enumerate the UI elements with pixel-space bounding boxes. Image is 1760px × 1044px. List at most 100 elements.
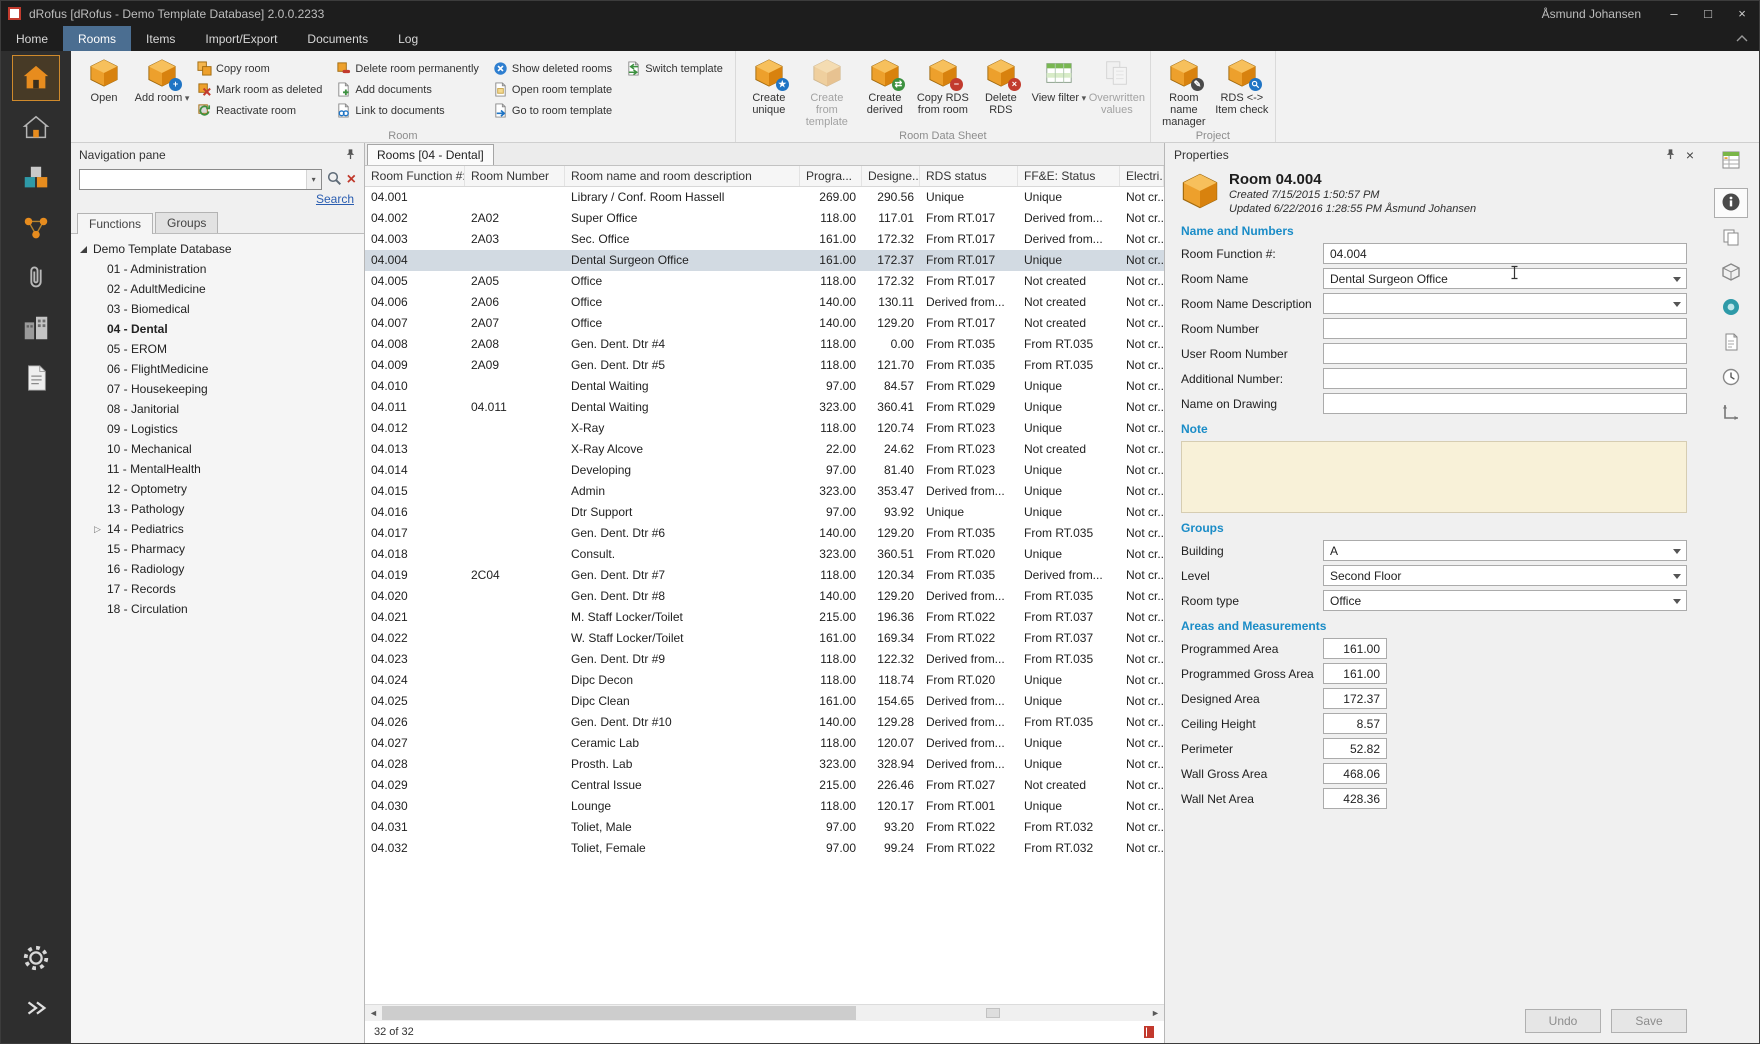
search-link[interactable]: Search — [316, 192, 354, 206]
field-room-number[interactable] — [1323, 318, 1687, 339]
column-header-rds-status[interactable]: RDS status — [920, 166, 1018, 186]
tree-item-12-optometry[interactable]: 12 - Optometry — [73, 479, 362, 499]
scroll-right-icon[interactable]: ► — [1147, 1008, 1164, 1018]
table-row[interactable]: 04.015Admin323.00353.47Derived from...Un… — [365, 481, 1164, 502]
field-level[interactable]: Second Floor — [1323, 565, 1687, 586]
status-report-icon[interactable] — [1143, 1025, 1155, 1039]
field-room-name[interactable]: Dental Surgeon Office — [1323, 268, 1687, 289]
note-input[interactable] — [1181, 441, 1687, 513]
ribbon-button-link-to-documents[interactable]: Link to documents — [330, 100, 487, 121]
tree-item-17-records[interactable]: 17 - Records — [73, 579, 362, 599]
attachments-module-button[interactable] — [12, 255, 60, 301]
table-row[interactable]: 04.025Dipc Clean161.00154.65Derived from… — [365, 691, 1164, 712]
documents-panel-button[interactable] — [1714, 328, 1748, 358]
table-row[interactable]: 04.0082A08Gen. Dent. Dtr #4118.000.00Fro… — [365, 334, 1164, 355]
search-icon[interactable] — [327, 171, 342, 189]
menu-tab-log[interactable]: Log — [383, 26, 433, 51]
table-row[interactable]: 04.0092A09Gen. Dent. Dtr #5118.00121.70F… — [365, 355, 1164, 376]
table-row[interactable]: 04.020Gen. Dent. Dtr #8140.00129.20Deriv… — [365, 586, 1164, 607]
field-user-room-number[interactable] — [1323, 343, 1687, 364]
history-panel-button[interactable] — [1714, 363, 1748, 393]
field-room-type[interactable]: Office — [1323, 590, 1687, 611]
column-header-room-name-and-room-description[interactable]: Room name and room description — [565, 166, 800, 186]
field-wall-gross-area[interactable]: 468.06 — [1323, 763, 1387, 784]
save-button[interactable]: Save — [1611, 1009, 1687, 1033]
tree-item-13-pathology[interactable]: 13 - Pathology — [73, 499, 362, 519]
table-row[interactable]: 04.0072A07Office140.00129.20From RT.017N… — [365, 313, 1164, 334]
table-row[interactable]: 04.0022A02Super Office118.00117.01From R… — [365, 208, 1164, 229]
info-panel-button[interactable] — [1714, 188, 1748, 218]
field-perimeter[interactable]: 52.82 — [1323, 738, 1387, 759]
ribbon-button-view-filter[interactable]: View filter ▾ — [1030, 53, 1088, 104]
column-header-electri[interactable]: Electri... — [1120, 166, 1164, 186]
table-row[interactable]: 04.0052A05Office118.00172.32From RT.017N… — [365, 271, 1164, 292]
ribbon-button-go-to-room-template[interactable]: Go to room template — [487, 100, 620, 121]
collapsed-triangle-icon[interactable]: ▷ — [94, 519, 107, 539]
table-row[interactable]: 04.016Dtr Support97.0093.92UniqueUniqueN… — [365, 502, 1164, 523]
pin-icon[interactable] — [345, 148, 356, 163]
buildings-module-button[interactable] — [12, 305, 60, 351]
ribbon-button-create-unique[interactable]: ★Create unique — [740, 53, 798, 116]
menu-tab-import-export[interactable]: Import/Export — [190, 26, 292, 51]
collapse-ribbon-icon[interactable] — [1725, 26, 1759, 51]
close-button[interactable]: × — [1725, 1, 1759, 26]
tab-groups[interactable]: Groups — [155, 212, 218, 233]
field-designed-area[interactable]: 172.37 — [1323, 688, 1387, 709]
table-row[interactable]: 04.0192C04Gen. Dent. Dtr #7118.00120.34F… — [365, 565, 1164, 586]
scroll-left-icon[interactable]: ◄ — [365, 1008, 382, 1018]
field-room-function[interactable]: 04.004 — [1323, 243, 1687, 264]
field-wall-net-area[interactable]: 428.36 — [1323, 788, 1387, 809]
tree-item-11-mentalhealth[interactable]: 11 - MentalHealth — [73, 459, 362, 479]
table-row[interactable]: 04.004Dental Surgeon Office161.00172.37F… — [365, 250, 1164, 271]
tree-item-09-logistics[interactable]: 09 - Logistics — [73, 419, 362, 439]
tree-item-03-biomedical[interactable]: 03 - Biomedical — [73, 299, 362, 319]
menu-tab-documents[interactable]: Documents — [292, 26, 383, 51]
field-room-name-description[interactable] — [1323, 293, 1687, 314]
tree-item-07-housekeeping[interactable]: 07 - Housekeeping — [73, 379, 362, 399]
minimize-button[interactable]: – — [1657, 1, 1691, 26]
table-row[interactable]: 04.026Gen. Dent. Dtr #10140.00129.28Deri… — [365, 712, 1164, 733]
ribbon-button-switch-template[interactable]: Switch template — [620, 58, 731, 79]
table-row[interactable]: 04.0032A03Sec. Office161.00172.32From RT… — [365, 229, 1164, 250]
table-row[interactable]: 04.027Ceramic Lab118.00120.07Derived fro… — [365, 733, 1164, 754]
search-input[interactable] — [79, 169, 322, 190]
field-programmed-gross-area[interactable]: 161.00 — [1323, 663, 1387, 684]
tree-item-10-mechanical[interactable]: 10 - Mechanical — [73, 439, 362, 459]
field-building[interactable]: A — [1323, 540, 1687, 561]
column-header-room-number[interactable]: Room Number — [465, 166, 565, 186]
table-row[interactable]: 04.021M. Staff Locker/Toilet215.00196.36… — [365, 607, 1164, 628]
tree-item-16-radiology[interactable]: 16 - Radiology — [73, 559, 362, 579]
table-row[interactable]: 04.030Lounge118.00120.17From RT.001Uniqu… — [365, 796, 1164, 817]
ribbon-button-delete-room-permanently[interactable]: Delete room permanently — [330, 58, 487, 79]
ribbon-button-copy-rds-from-room[interactable]: −Copy RDS from room — [914, 53, 972, 116]
tree-item-08-janitorial[interactable]: 08 - Janitorial — [73, 399, 362, 419]
tab-rooms-dental[interactable]: Rooms [04 - Dental] — [367, 144, 494, 165]
table-row[interactable]: 04.010Dental Waiting97.0084.57From RT.02… — [365, 376, 1164, 397]
table-row[interactable]: 04.01104.011Dental Waiting323.00360.41Fr… — [365, 397, 1164, 418]
table-row[interactable]: 04.024Dipc Decon118.00118.74From RT.020U… — [365, 670, 1164, 691]
tree-root-demo-template-database[interactable]: Demo Template Database — [73, 239, 362, 259]
pin-icon[interactable] — [1665, 148, 1676, 163]
tab-functions[interactable]: Functions — [77, 213, 153, 234]
measurements-panel-button[interactable] — [1714, 398, 1748, 428]
datasheet-grid-button[interactable] — [1714, 146, 1748, 176]
table-row[interactable]: 04.017Gen. Dent. Dtr #6140.00129.20From … — [365, 523, 1164, 544]
ribbon-button-delete-rds[interactable]: ×Delete RDS — [972, 53, 1030, 116]
table-row[interactable]: 04.032Toliet, Female97.0099.24From RT.02… — [365, 838, 1164, 859]
reports-module-button[interactable] — [12, 355, 60, 401]
undo-button[interactable]: Undo — [1525, 1009, 1601, 1033]
column-header-progra[interactable]: Progra... — [800, 166, 862, 186]
table-row[interactable]: 04.029Central Issue215.00226.46From RT.0… — [365, 775, 1164, 796]
tree-item-02-adultmedicine[interactable]: 02 - AdultMedicine — [73, 279, 362, 299]
tree-item-04-dental[interactable]: 04 - Dental — [73, 319, 362, 339]
ribbon-button-room-name-manager[interactable]: ✎Room name manager — [1155, 53, 1213, 128]
ribbon-button-mark-room-as-deleted[interactable]: Mark room as deleted — [191, 79, 330, 100]
settings-gear-button[interactable] — [12, 935, 60, 981]
table-row[interactable]: 04.013X-Ray Alcove22.0024.62From RT.023N… — [365, 439, 1164, 460]
column-header-ff-e-status[interactable]: FF&E: Status — [1018, 166, 1120, 186]
systems-module-button[interactable] — [12, 205, 60, 251]
rooms-module-button[interactable] — [12, 55, 60, 101]
expand-chevrons-button[interactable] — [12, 985, 60, 1031]
ribbon-button-open[interactable]: Open — [75, 53, 133, 104]
field-name-on-drawing[interactable] — [1323, 393, 1687, 414]
